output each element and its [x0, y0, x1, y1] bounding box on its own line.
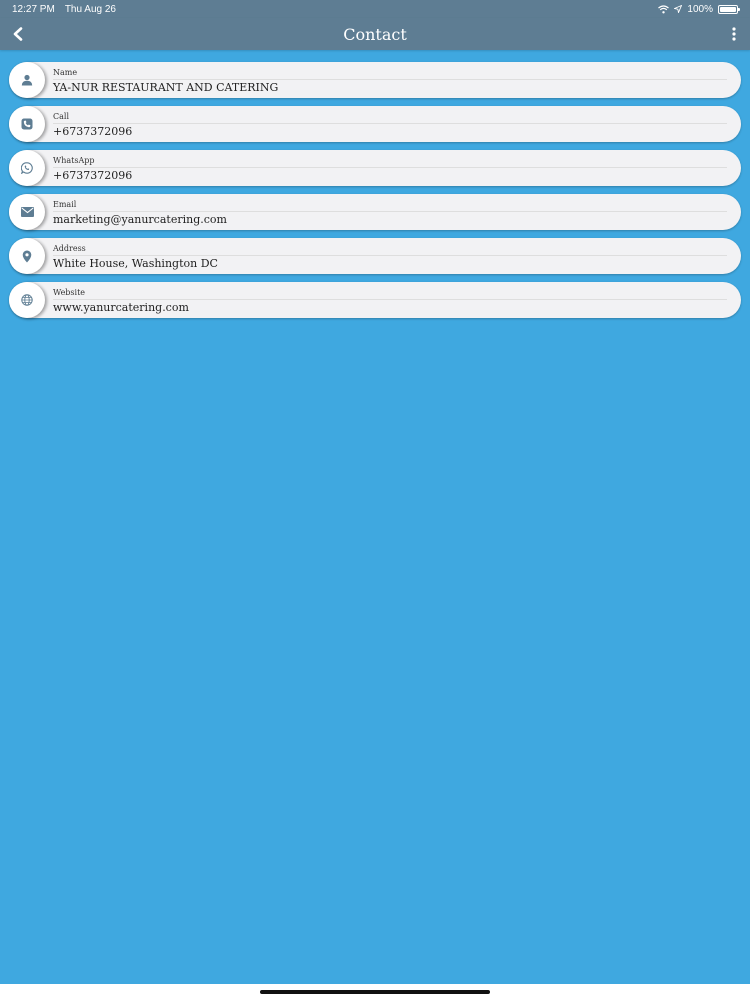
contact-row-address[interactable]: Address White House, Washington DC [9, 238, 741, 274]
row-divider [53, 299, 727, 300]
row-label: Address [53, 244, 86, 253]
battery-icon [718, 4, 740, 14]
back-button[interactable] [6, 22, 30, 46]
row-divider [53, 255, 727, 256]
row-value: YA-NUR RESTAURANT AND CATERING [53, 81, 279, 94]
row-divider [53, 79, 727, 80]
row-label: Website [53, 288, 86, 297]
contact-row-website[interactable]: Website www.yanurcatering.com [9, 282, 741, 318]
nav-bar: Contact [0, 18, 750, 50]
row-value: +6737372096 [53, 169, 133, 182]
location-arrow-icon [674, 5, 683, 13]
wifi-icon [658, 4, 670, 13]
contact-row-name[interactable]: Name YA-NUR RESTAURANT AND CATERING [9, 62, 741, 98]
row-label: Name [53, 68, 78, 77]
battery-fill [720, 6, 736, 12]
contact-row-whatsapp[interactable]: WhatsApp +6737372096 [9, 150, 741, 186]
row-divider [53, 167, 727, 168]
row-divider [53, 211, 727, 212]
row-label: Email [53, 200, 77, 209]
row-value: White House, Washington DC [53, 257, 218, 270]
more-options-button[interactable] [724, 22, 744, 46]
map-pin-icon [9, 238, 45, 274]
phone-icon [9, 106, 45, 142]
status-bar: 12:27 PM Thu Aug 26 100% [0, 0, 750, 18]
chevron-left-icon [13, 27, 23, 41]
status-date: Thu Aug 26 [64, 3, 116, 15]
status-right: 100% [658, 3, 740, 15]
contact-row-call[interactable]: Call +6737372096 [9, 106, 741, 142]
status-left: 12:27 PM Thu Aug 26 [12, 4, 116, 15]
page-title: Contact [343, 24, 407, 44]
home-indicator[interactable] [260, 990, 490, 994]
whatsapp-icon [9, 150, 45, 186]
contact-row-email[interactable]: Email marketing@yanurcatering.com [9, 194, 741, 230]
battery-percent: 100% [687, 3, 713, 15]
contact-list: Name YA-NUR RESTAURANT AND CATERING Call… [9, 62, 741, 326]
row-value: marketing@yanurcatering.com [53, 213, 227, 226]
person-icon [9, 62, 45, 98]
row-label: WhatsApp [53, 156, 95, 165]
row-value: +6737372096 [53, 125, 133, 138]
row-value: www.yanurcatering.com [53, 301, 189, 314]
globe-icon [9, 282, 45, 318]
row-divider [53, 123, 727, 124]
envelope-icon [9, 194, 45, 230]
more-vertical-icon [732, 27, 736, 41]
row-label: Call [53, 112, 70, 121]
status-time: 12:27 PM [12, 3, 55, 15]
